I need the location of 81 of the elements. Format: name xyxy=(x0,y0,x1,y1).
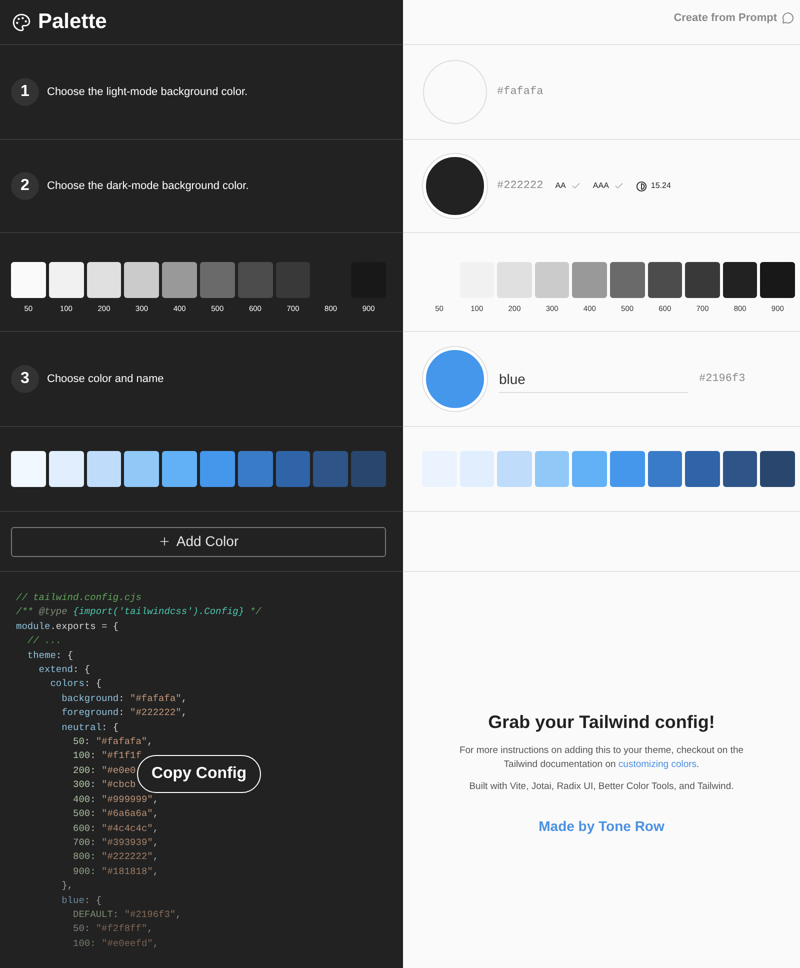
color-swatch[interactable] xyxy=(238,451,273,487)
copy-config-button[interactable]: Copy Config xyxy=(137,755,261,793)
contrast-ratio: 15.24 xyxy=(650,180,671,192)
code-line: 300: "#cbcb xyxy=(72,778,136,792)
code-line: 50: "#fafafa", xyxy=(72,735,153,750)
add-color-button[interactable]: Add Color xyxy=(11,526,386,556)
footer-title: Grab your Tailwind config! xyxy=(488,710,715,734)
contrast-level: AA xyxy=(555,180,566,192)
step-number: 3 xyxy=(11,365,39,393)
code-line: 500: "#6a6a6a", xyxy=(72,807,159,822)
color-swatch[interactable] xyxy=(351,451,386,487)
code-line: module.exports = { xyxy=(16,620,119,634)
color-swatch[interactable] xyxy=(572,451,607,487)
hex-value: #fafafa xyxy=(497,84,544,100)
color-swatch[interactable] xyxy=(86,262,122,298)
color-swatch[interactable] xyxy=(276,451,310,487)
code-line: background: "#fafafa", xyxy=(60,692,188,706)
contrast-level: AAA xyxy=(592,180,609,192)
color-swatch[interactable] xyxy=(685,451,720,487)
step-number: 1 xyxy=(11,78,39,106)
hex-value: #2196f3 xyxy=(699,372,746,387)
color-swatch[interactable] xyxy=(162,262,197,298)
code-line: extend: { xyxy=(38,663,90,678)
color-swatch[interactable] xyxy=(685,262,720,298)
color-swatch[interactable] xyxy=(86,451,122,487)
code-line: 100: "#e0eefd", xyxy=(72,936,159,951)
color-swatch[interactable] xyxy=(610,451,645,487)
instructions-text: For more instructions on adding this to your theme, checkout on the Tailwind documentation on customizing colors. xyxy=(458,744,745,772)
color-swatch[interactable] xyxy=(722,262,758,298)
color-swatch[interactable] xyxy=(534,262,570,298)
code-line: // tailwind.config.cjs xyxy=(16,591,142,605)
color-swatch[interactable] xyxy=(760,262,795,298)
code-line: 50: "#f2f8ff", xyxy=(72,922,153,936)
color-swatch[interactable] xyxy=(238,262,273,298)
step-label: Choose the light-mode background color. xyxy=(47,84,248,100)
code-line: DEFAULT: "#2196f3", xyxy=(72,908,182,922)
color-swatch[interactable] xyxy=(760,451,795,487)
color-swatch[interactable] xyxy=(534,451,570,487)
code-line: }, xyxy=(60,879,74,894)
plus-icon xyxy=(158,535,172,548)
code-line: 600: "#4c4c4c", xyxy=(72,822,159,836)
color-swatch[interactable] xyxy=(200,451,235,487)
step-label: Choose the dark-mode background color. xyxy=(47,178,249,194)
code-line: foreground: "#222222", xyxy=(60,706,188,720)
color-swatch[interactable] xyxy=(313,451,348,487)
color-swatch[interactable] xyxy=(648,451,682,487)
chat-icon xyxy=(782,12,794,24)
color-swatch[interactable] xyxy=(11,451,46,487)
hex-value: #222222 xyxy=(497,178,544,194)
color-swatch[interactable] xyxy=(460,451,494,487)
credits-text: Built with Vite, Jotai, Radix UI, Better Color Tools, and Tailwind. xyxy=(469,780,734,794)
color-swatch[interactable] xyxy=(162,451,197,487)
code-line: 200: "#e0e0 xyxy=(72,764,136,778)
color-swatch[interactable] xyxy=(48,451,84,487)
code-line: 900: "#181818", xyxy=(72,864,159,879)
color-swatch[interactable] xyxy=(610,262,645,298)
code-line: blue: { xyxy=(60,894,102,908)
color-swatch[interactable] xyxy=(48,262,84,298)
code-line: 700: "#393939", xyxy=(72,836,159,850)
color-swatch[interactable] xyxy=(722,451,758,487)
color-swatch[interactable] xyxy=(572,262,607,298)
color-swatch[interactable] xyxy=(11,262,46,298)
code-line: /** @type {import('tailwindcss').Config} */ xyxy=(16,605,262,620)
palette-icon xyxy=(12,12,31,32)
code-line: // ... xyxy=(26,634,62,648)
code-line: theme: { xyxy=(26,648,74,663)
color-swatch[interactable] xyxy=(124,262,160,298)
code-line: neutral: { xyxy=(60,720,119,735)
color-swatch[interactable] xyxy=(200,262,235,298)
contrast-icon xyxy=(636,180,647,192)
code-line: colors: { xyxy=(49,677,102,692)
step-number: 2 xyxy=(11,172,39,200)
app-title: Palette xyxy=(38,9,107,36)
color-name-field[interactable]: blue xyxy=(499,365,688,393)
step-label: Choose color and name xyxy=(47,372,164,387)
color-swatch[interactable] xyxy=(124,451,160,487)
code-line: 800: "#222222", xyxy=(72,850,159,864)
code-line: 400: "#999999", xyxy=(72,792,159,807)
color-swatch[interactable] xyxy=(497,262,532,298)
color-swatch[interactable] xyxy=(497,451,532,487)
color-swatch[interactable] xyxy=(648,262,682,298)
